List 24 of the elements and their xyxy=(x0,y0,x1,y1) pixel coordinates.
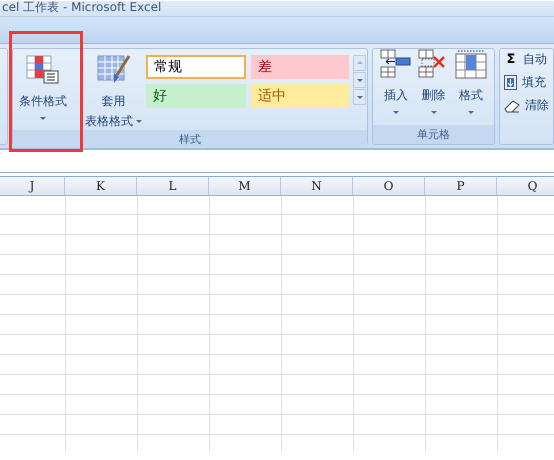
column-header[interactable]: J xyxy=(0,177,65,195)
conditional-format-button[interactable]: 条件格式 xyxy=(17,53,70,130)
group-label: 单元格 xyxy=(373,125,494,144)
window-title: cel 工作表 - Microsoft Excel xyxy=(2,1,162,14)
format-button[interactable]: 格式 xyxy=(453,49,490,125)
column-header[interactable]: Q xyxy=(497,177,554,195)
group-label: 样式 xyxy=(13,130,368,148)
column-header[interactable]: L xyxy=(137,177,209,195)
column-header[interactable]: P xyxy=(425,177,497,195)
autosum-button[interactable]: Σ 自动 xyxy=(504,51,553,68)
table-format-button[interactable]: 套用 表格格式 xyxy=(83,53,144,130)
cell-style-option[interactable]: 差 xyxy=(251,55,350,79)
column-header[interactable]: O xyxy=(353,177,425,195)
insert-button[interactable]: 插入 xyxy=(378,49,414,125)
cell-style-option[interactable]: 好 xyxy=(146,84,246,108)
cell-style-option[interactable]: 常规 xyxy=(146,55,246,79)
column-header[interactable]: M xyxy=(209,177,281,195)
cell-style-option[interactable]: 适中 xyxy=(251,84,350,108)
column-header[interactable]: K xyxy=(65,177,137,195)
delete-button[interactable]: 删除 xyxy=(416,49,452,125)
clear-button[interactable]: 清除 xyxy=(504,97,553,114)
fill-button[interactable]: 填充 xyxy=(504,74,553,91)
sigma-icon: Σ xyxy=(504,52,518,67)
column-header[interactable]: N xyxy=(281,177,353,195)
